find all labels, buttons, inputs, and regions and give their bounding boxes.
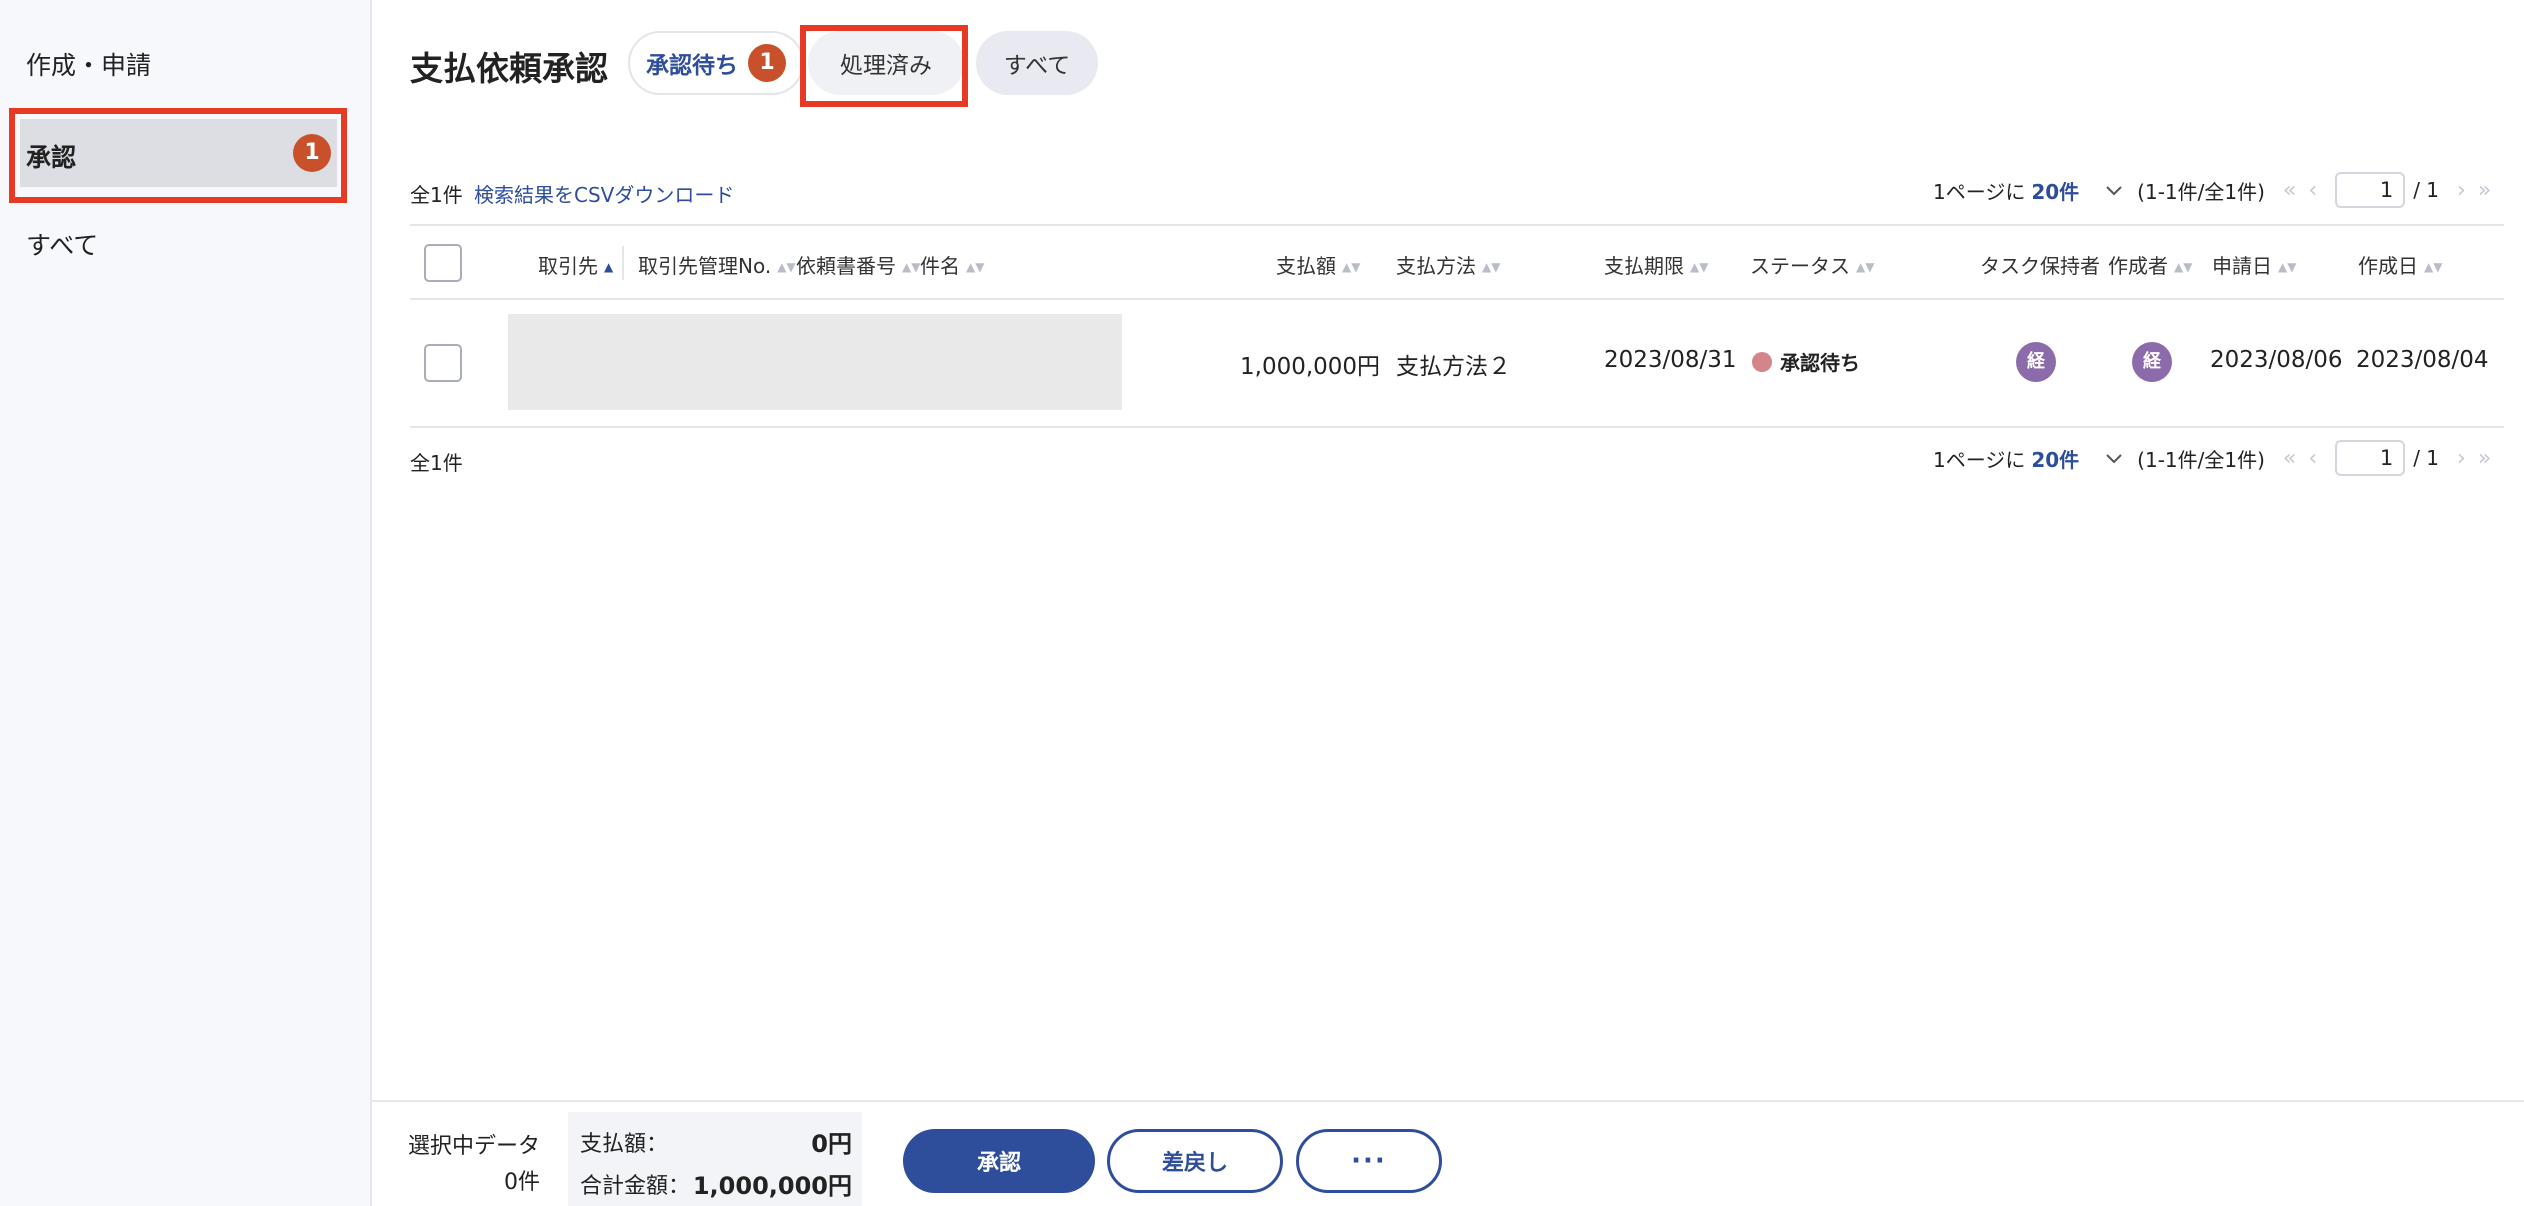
column-header-subject[interactable]: 件名 ▲▼ — [920, 250, 984, 279]
column-header-partner-no[interactable]: 取引先管理No. ▲▼ — [638, 250, 796, 279]
chevron-down-icon[interactable] — [2105, 449, 2123, 467]
table-row[interactable]: 1,000,000円 支払方法２ 2023/08/31 承認待ち 経 経 202… — [410, 300, 2504, 428]
page-number-input[interactable]: 1 — [2335, 440, 2406, 476]
column-header-status[interactable]: ステータス ▲▼ — [1750, 250, 1874, 279]
column-header-applied-date[interactable]: 申請日 ▲▼ — [2212, 250, 2296, 279]
per-page-select[interactable]: 20件 — [2031, 444, 2079, 473]
per-page-prefix: 1ページに — [1933, 179, 2026, 204]
select-all-checkbox[interactable] — [424, 244, 462, 282]
pagination-bottom: 1ページに 20件 (1-1件/全1件) « ‹ 1 / 1 › » — [1933, 440, 2491, 476]
total-pages: / 1 — [2413, 446, 2440, 470]
selected-data-label: 選択中データ — [408, 1134, 541, 1159]
cell-amount: 1,000,000円 — [1240, 354, 1381, 380]
status-label: 承認待ち — [1780, 351, 1860, 375]
sidebar: 作成・申請 承認 1 すべて — [0, 0, 372, 1206]
row-checkbox[interactable] — [424, 344, 462, 382]
tab-pending[interactable]: 承認待ち 1 — [628, 31, 804, 95]
page-number-input[interactable]: 1 — [2335, 172, 2406, 208]
chevron-down-icon[interactable] — [2105, 181, 2123, 199]
total-pages: / 1 — [2413, 178, 2440, 202]
next-page-icon[interactable]: › — [2457, 178, 2466, 203]
selected-data-count: 0件 — [504, 1170, 540, 1195]
redacted-area — [508, 314, 1122, 410]
highlight-frame — [9, 108, 347, 203]
total-amount-row: 合計金額： 1,000,000円 — [580, 1168, 852, 1200]
column-header-amount[interactable]: 支払額 ▲▼ — [1276, 250, 1360, 279]
prev-page-icon[interactable]: ‹ — [2308, 178, 2317, 203]
per-page-select[interactable]: 20件 — [2031, 176, 2079, 205]
payment-amount-row: 支払額： 0円 — [580, 1126, 852, 1158]
column-header-partner[interactable]: 取引先 ▲ — [538, 250, 613, 279]
cell-applied-date: 2023/08/06 — [2210, 347, 2343, 373]
last-page-icon[interactable]: » — [2478, 178, 2491, 203]
tab-label: 承認待ち — [646, 53, 738, 79]
csv-download-link[interactable]: 検索結果をCSVダウンロード — [474, 179, 734, 208]
pagination-top: 1ページに 20件 (1-1件/全1件) « ‹ 1 / 1 › » — [1933, 172, 2491, 208]
task-holder-avatar: 経 — [2016, 342, 2056, 382]
cell-method: 支払方法２ — [1396, 354, 1511, 380]
more-actions-button[interactable]: ··· — [1296, 1129, 1442, 1193]
total-amount-value: 1,000,000円 — [692, 1172, 852, 1200]
cell-due: 2023/08/31 — [1604, 347, 1737, 373]
column-header-created-date[interactable]: 作成日 ▲▼ — [2358, 250, 2442, 279]
total-amount-label: 合計金額： — [580, 1174, 691, 1199]
column-header-due[interactable]: 支払期限 ▲▼ — [1604, 250, 1708, 279]
cell-status: 承認待ち — [1752, 347, 1860, 376]
prev-page-icon[interactable]: ‹ — [2308, 446, 2317, 471]
cell-created-date: 2023/08/04 — [2356, 347, 2489, 373]
pending-count-badge: 1 — [748, 44, 786, 82]
next-page-icon[interactable]: › — [2457, 446, 2466, 471]
last-page-icon[interactable]: » — [2478, 446, 2491, 471]
result-count: 全1件 — [410, 183, 463, 207]
creator-avatar: 経 — [2132, 342, 2172, 382]
result-count-footer: 全1件 — [410, 451, 463, 475]
sidebar-item-all[interactable]: すべて — [26, 226, 98, 262]
sidebar-item-create-apply[interactable]: 作成・申請 — [26, 46, 151, 82]
approve-button[interactable]: 承認 — [903, 1129, 1095, 1193]
send-back-button[interactable]: 差戻し — [1107, 1129, 1283, 1193]
amount-summary: 支払額： 0円 合計金額： 1,000,000円 — [568, 1112, 862, 1206]
column-header-request-no[interactable]: 依頼書番号 ▲▼ — [796, 250, 920, 279]
column-header-task-holder: タスク保持者 — [1980, 254, 2100, 278]
payment-amount-label: 支払額： — [580, 1132, 669, 1157]
tab-all[interactable]: すべて — [976, 31, 1098, 95]
first-page-icon[interactable]: « — [2283, 178, 2296, 203]
column-divider — [622, 246, 624, 280]
first-page-icon[interactable]: « — [2283, 446, 2296, 471]
highlight-frame — [800, 25, 968, 107]
page-title: 支払依頼承認 — [410, 49, 608, 88]
table-header: 取引先 ▲ 取引先管理No. ▲▼ 依頼書番号 ▲▼ 件名 ▲▼ 支払額 ▲▼ 支払方法 ▲… — [410, 224, 2504, 300]
column-header-creator[interactable]: 作成者 ▲▼ — [2108, 250, 2192, 279]
bottom-action-bar: 選択中データ 0件 支払額： 0円 合計金額： 1,000,000円 承認 差戻… — [372, 1100, 2524, 1206]
result-range: (1-1件/全1件) — [2137, 179, 2265, 204]
per-page-prefix: 1ページに — [1933, 447, 2026, 472]
column-header-method[interactable]: 支払方法 ▲▼ — [1396, 250, 1500, 279]
payment-amount-value: 0円 — [811, 1130, 852, 1158]
result-range: (1-1件/全1件) — [2137, 447, 2265, 472]
status-dot-icon — [1752, 352, 1772, 372]
